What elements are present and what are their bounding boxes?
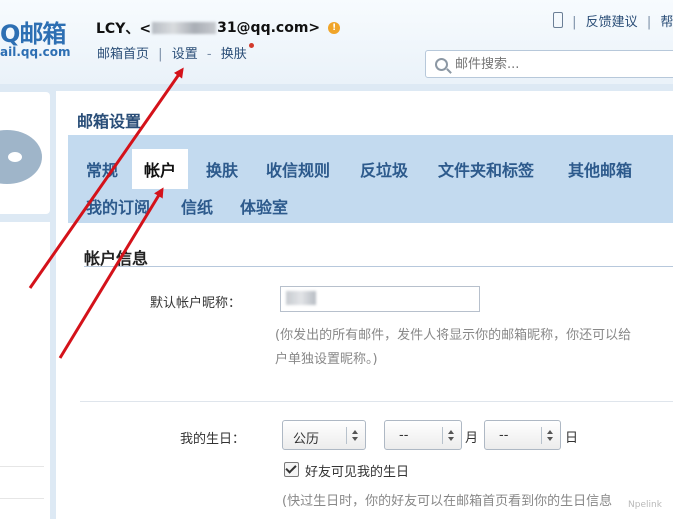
select-arrows-icon [442, 427, 461, 444]
tab-my-subscriptions[interactable]: 我的订阅 [86, 194, 150, 218]
sidebar-divider [0, 498, 44, 499]
birth-month-select[interactable]: -- [384, 420, 462, 450]
birth-day-select[interactable]: -- [484, 420, 561, 450]
tab-stationery[interactable]: 信纸 [181, 194, 213, 218]
tab-account[interactable]: 帐户 [132, 149, 189, 189]
birthday-label: 我的生日： [180, 432, 246, 447]
tab-other-mailboxes[interactable]: 其他邮箱 [568, 157, 632, 181]
month-unit: 月 [465, 431, 479, 446]
section-divider [84, 266, 673, 267]
link-home[interactable]: 邮箱首页 [97, 47, 149, 62]
left-sidebar-top [0, 92, 50, 214]
tab-folders-labels[interactable]: 文件夹和标签 [438, 157, 534, 181]
search-icon[interactable] [435, 58, 448, 71]
calendar-type-value: 公历 [293, 432, 320, 447]
qq-mail-logo[interactable]: Q邮箱 ail.qq.com [0, 12, 74, 64]
top-bar: Q邮箱 ail.qq.com LCY、< 31@qq.com> ! 邮箱首页 |… [0, 0, 673, 84]
right-top-links: | 反馈建议 | 帮 [553, 11, 673, 30]
birth-day-value: -- [499, 428, 509, 443]
watermark: Npelink [628, 500, 662, 510]
tab-general[interactable]: 常规 [86, 157, 118, 181]
left-sidebar-list [0, 222, 50, 519]
page-title: 邮箱设置 [77, 112, 142, 131]
nickname-hint-line2: 户单独设置昵称。) [275, 352, 378, 367]
birthday-hint: (快过生日时，你的好友可以在邮箱首页看到你的生日信息 [282, 494, 613, 509]
mobile-phone-icon[interactable] [553, 12, 563, 28]
nickname-hint-line1: (你发出的所有邮件，发件人将显示你的邮箱昵称，你还可以给 [275, 328, 632, 343]
link-skin[interactable]: 换肤 [221, 47, 247, 62]
section-divider [80, 401, 673, 402]
separator: | [158, 47, 163, 62]
day-unit: 日 [565, 431, 579, 446]
separator: | [646, 15, 652, 30]
separator: - [206, 47, 212, 62]
mail-search-input[interactable] [453, 56, 673, 73]
friends-see-birthday-label[interactable]: 好友可见我的生日 [305, 461, 409, 480]
separator: | [572, 15, 577, 30]
nickname-label: 默认帐户昵称： [150, 296, 242, 311]
calendar-type-select[interactable]: 公历 [282, 420, 366, 450]
account-suffix: 31@qq.com> [217, 20, 321, 36]
blurred-account-digits [152, 22, 217, 34]
friends-see-birthday-checkbox[interactable] [284, 462, 299, 477]
info-icon[interactable]: ! [328, 22, 341, 34]
account-address: LCY、< 31@qq.com> ! [96, 18, 341, 38]
tab-lab[interactable]: 体验室 [240, 194, 288, 218]
link-feedback[interactable]: 反馈建议 [586, 15, 638, 30]
settings-tab-bar: 常规 帐户 换肤 收信规则 反垃圾 文件夹和标签 其他邮箱 我的订阅 信纸 体验… [68, 135, 673, 223]
logo-domain: ail.qq.com [0, 45, 71, 59]
logo-title: Q邮箱 [0, 20, 66, 48]
new-dot-badge [248, 43, 254, 48]
select-arrows-icon [346, 427, 365, 444]
top-links: 邮箱首页 | 设置 - 换肤 [97, 43, 254, 62]
mail-search-box[interactable] [425, 50, 673, 78]
birth-month-value: -- [399, 428, 409, 443]
tab-anti-spam[interactable]: 反垃圾 [360, 157, 408, 181]
sidebar-divider [0, 466, 44, 467]
qq-mascot-icon [0, 130, 42, 184]
tab-skin[interactable]: 换肤 [206, 157, 238, 181]
account-prefix: LCY、< [96, 21, 152, 37]
tab-receive-rules[interactable]: 收信规则 [266, 157, 330, 181]
link-settings[interactable]: 设置 [172, 47, 198, 62]
blurred-nickname-value [286, 291, 316, 305]
select-arrows-icon [541, 427, 560, 444]
link-help[interactable]: 帮 [660, 15, 673, 30]
